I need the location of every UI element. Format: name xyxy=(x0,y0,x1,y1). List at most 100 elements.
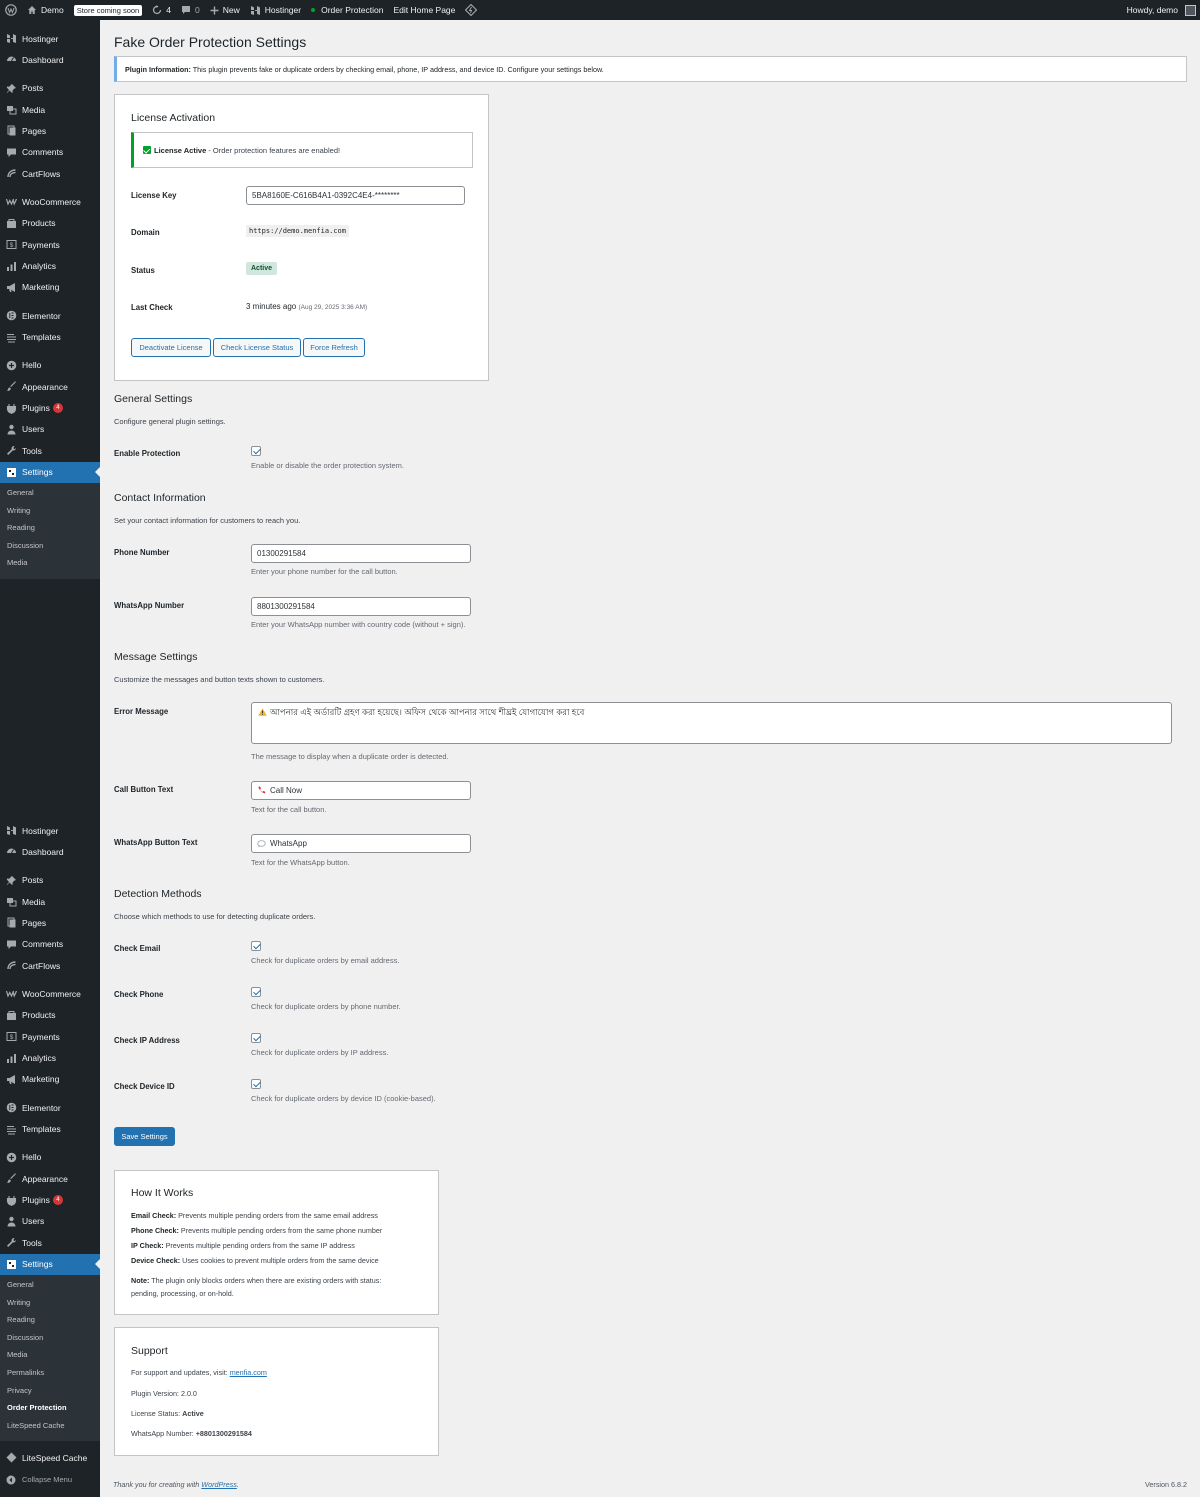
sidebar-item-appearance[interactable]: Appearance xyxy=(0,376,100,397)
check-device-id-checkbox[interactable] xyxy=(251,1079,261,1089)
sidebar-item-elementor[interactable]: Elementor xyxy=(0,1097,100,1118)
sidebar-item-posts[interactable]: Posts xyxy=(0,78,100,99)
sidebar-item-payments[interactable]: $ Payments xyxy=(0,1026,100,1047)
sidebar-item-elementor[interactable]: Elementor xyxy=(0,305,100,326)
deactivate-license-button[interactable]: Deactivate License xyxy=(131,338,211,357)
sidebar-item-settings[interactable]: Settings xyxy=(0,461,100,483)
sidebar-item-pages[interactable]: Pages xyxy=(0,120,100,141)
sidebar-item-plugins[interactable]: Plugins 4 xyxy=(0,1190,100,1211)
submenu-item-reading[interactable]: Reading xyxy=(7,1315,35,1324)
check-phone-desc: Check for duplicate orders by phone numb… xyxy=(251,1002,401,1011)
sidebar-item-label: Comments xyxy=(22,939,64,950)
sidebar-item-templates[interactable]: Templates xyxy=(0,1119,100,1140)
submenu-item-writing[interactable]: Writing xyxy=(7,506,30,515)
sidebar-item-products[interactable]: Products xyxy=(0,213,100,234)
save-settings-button[interactable]: Save Settings xyxy=(114,1127,175,1146)
sidebar-item-settings[interactable]: Settings xyxy=(0,1253,100,1275)
sidebar-item-analytics[interactable]: Analytics xyxy=(0,1048,100,1069)
hostinger-label: Hostinger xyxy=(264,5,302,15)
updates-link[interactable]: 4 xyxy=(147,0,176,20)
contact-info-heading: Contact Information xyxy=(114,492,206,504)
error-message-textarea[interactable]: আপনার এই অর্ডারটি গ্রহণ করা হয়েছে। অফিস… xyxy=(251,702,1172,744)
dashboard-icon xyxy=(5,846,17,858)
check-email-checkbox[interactable] xyxy=(251,941,261,951)
submenu-item-discussion[interactable]: Discussion xyxy=(7,541,43,550)
sidebar-item-hostinger[interactable]: Hostinger xyxy=(0,820,100,841)
submenu-item-discussion[interactable]: Discussion xyxy=(7,1333,43,1342)
collapse-menu-button[interactable]: Collapse Menu xyxy=(0,1469,100,1490)
force-refresh-button[interactable]: Force Refresh xyxy=(303,338,365,357)
submenu-item-writing[interactable]: Writing xyxy=(7,1298,30,1307)
phone-number-input[interactable]: 01300291584 xyxy=(251,544,471,563)
menfia-link[interactable]: menfia.com xyxy=(230,1368,267,1377)
sidebar-item-woocommerce[interactable]: WooCommerce xyxy=(0,191,100,212)
sidebar-item-appearance[interactable]: Appearance xyxy=(0,1168,100,1189)
wordpress-logo-icon[interactable] xyxy=(0,0,22,20)
submenu-item-permalinks[interactable]: Permalinks xyxy=(7,1368,44,1377)
sidebar-item-cartflows[interactable]: CartFlows xyxy=(0,955,100,976)
edit-home-link[interactable]: Edit Home Page xyxy=(388,0,460,20)
admin-bar: Demo Store coming soon 4 0 New Hostinger… xyxy=(0,0,1200,20)
submenu-item-general[interactable]: General xyxy=(7,488,34,497)
sidebar-item-label: Products xyxy=(22,1010,56,1021)
phone-icon xyxy=(258,786,266,794)
litespeed-icon[interactable] xyxy=(460,0,482,20)
sidebar-item-marketing[interactable]: Marketing xyxy=(0,1069,100,1090)
tools-icon xyxy=(5,445,17,457)
sidebar-item-payments[interactable]: $ Payments xyxy=(0,234,100,255)
sidebar-item-products[interactable]: Products xyxy=(0,1005,100,1026)
sidebar-item-posts[interactable]: Posts xyxy=(0,870,100,891)
submenu-item-reading[interactable]: Reading xyxy=(7,523,35,532)
sidebar-item-media[interactable]: Media xyxy=(0,891,100,912)
sidebar-item-analytics[interactable]: Analytics xyxy=(0,256,100,277)
sidebar-item-pages[interactable]: Pages xyxy=(0,912,100,933)
coming-soon-badge[interactable]: Store coming soon xyxy=(73,4,143,16)
device-check-bold: Device Check: xyxy=(131,1256,181,1265)
sidebar-item-marketing[interactable]: Marketing xyxy=(0,277,100,298)
sidebar-item-users[interactable]: Users xyxy=(0,419,100,440)
ip-check-bold: IP Check: xyxy=(131,1241,164,1250)
footer-thanks: Thank you for creating with WordPress. xyxy=(113,1480,239,1489)
wordpress-link[interactable]: WordPress xyxy=(201,1480,237,1489)
check-license-status-button[interactable]: Check License Status xyxy=(213,338,301,357)
sidebar-item-cartflows[interactable]: CartFlows xyxy=(0,163,100,184)
comments-link[interactable]: 0 xyxy=(176,0,205,20)
notice-text: This plugin prevents fake or duplicate o… xyxy=(190,64,604,74)
sidebar-item-dashboard[interactable]: Dashboard xyxy=(0,49,100,70)
sidebar-item-dashboard[interactable]: Dashboard xyxy=(0,841,100,862)
sidebar-item-comments[interactable]: Comments xyxy=(0,142,100,163)
whatsapp-number-input[interactable]: 8801300291584 xyxy=(251,597,471,616)
sidebar-item-users[interactable]: Users xyxy=(0,1211,100,1232)
new-content-link[interactable]: New xyxy=(205,0,245,20)
phone-number-label: Phone Number xyxy=(114,548,170,557)
check-phone-checkbox[interactable] xyxy=(251,987,261,997)
hostinger-link[interactable]: Hostinger xyxy=(245,0,306,20)
sidebar-item-woocommerce[interactable]: WooCommerce xyxy=(0,983,100,1004)
submenu-item-litespeed-cache[interactable]: LiteSpeed Cache xyxy=(7,1421,65,1430)
sidebar-item-litespeed[interactable]: LiteSpeed Cache xyxy=(0,1447,100,1468)
sidebar-item-plugins[interactable]: Plugins 4 xyxy=(0,398,100,419)
submenu-item-media[interactable]: Media xyxy=(7,1350,27,1359)
whatsapp-button-text-input[interactable]: WhatsApp xyxy=(251,834,471,853)
sidebar-item-hello[interactable]: Hello xyxy=(0,355,100,376)
submenu-item-media[interactable]: Media xyxy=(7,558,27,567)
sidebar-item-label: Templates xyxy=(22,1124,61,1135)
how-it-works-card: How It Works Email Check: Prevents multi… xyxy=(114,1170,439,1315)
check-ip-address-checkbox[interactable] xyxy=(251,1033,261,1043)
sidebar-item-comments[interactable]: Comments xyxy=(0,934,100,955)
site-name-link[interactable]: Demo xyxy=(22,0,69,20)
order-protection-link[interactable]: Order Protection xyxy=(306,0,388,20)
sidebar-item-tools[interactable]: Tools xyxy=(0,1232,100,1253)
sidebar-item-tools[interactable]: Tools xyxy=(0,440,100,461)
submenu-item-order-protection[interactable]: Order Protection xyxy=(7,1403,67,1412)
sidebar-item-hello[interactable]: Hello xyxy=(0,1147,100,1168)
submenu-item-privacy[interactable]: Privacy xyxy=(7,1386,32,1395)
license-key-input[interactable]: 5BA8160E-C616B4A1-0392C4E4-******** xyxy=(246,186,465,205)
sidebar-item-templates[interactable]: Templates xyxy=(0,327,100,348)
call-button-text-input[interactable]: Call Now xyxy=(251,781,471,800)
submenu-item-general[interactable]: General xyxy=(7,1280,34,1289)
sidebar-item-media[interactable]: Media xyxy=(0,99,100,120)
sidebar-item-hostinger[interactable]: Hostinger xyxy=(0,28,100,49)
user-account-link[interactable]: Howdy, demo xyxy=(1122,0,1200,20)
enable-protection-checkbox[interactable] xyxy=(251,446,261,456)
